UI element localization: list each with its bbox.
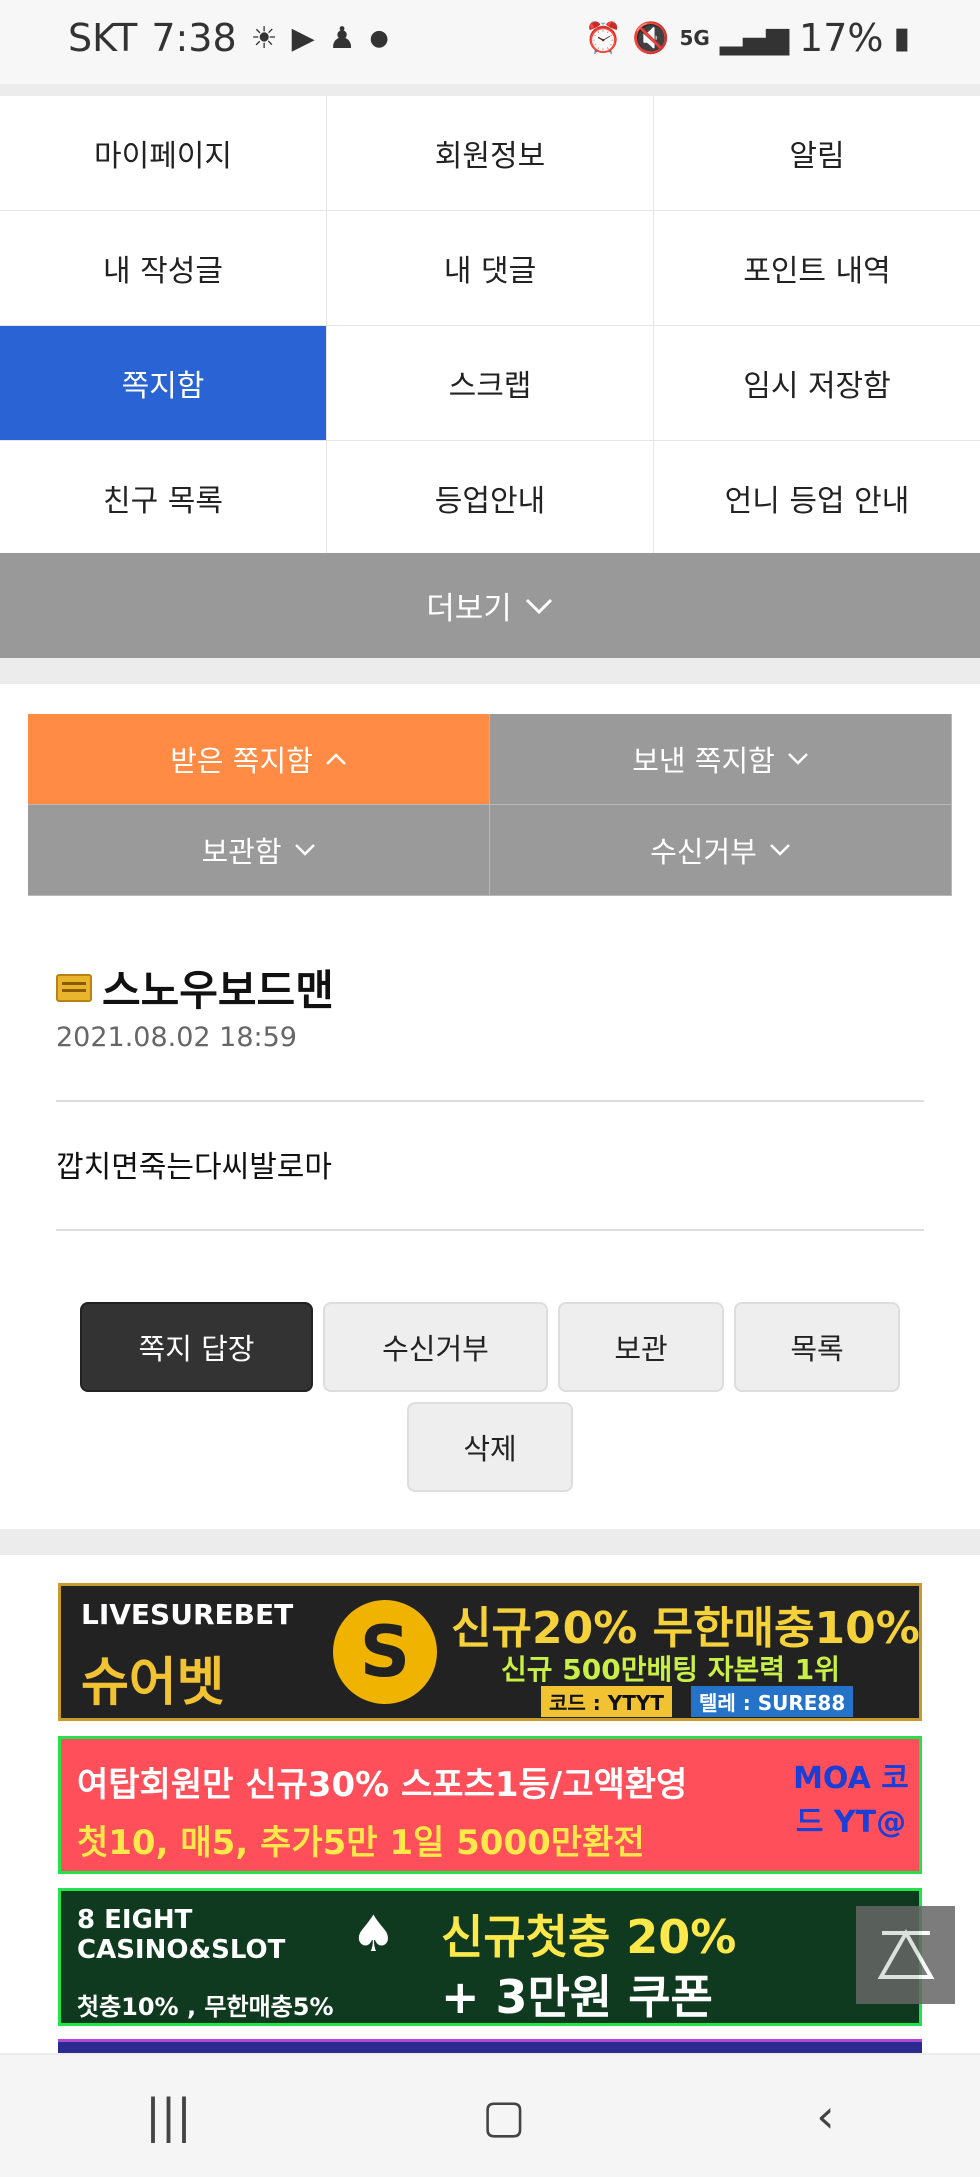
chevron-down-icon bbox=[525, 598, 552, 614]
sender-name: 스노우보드맨 bbox=[102, 966, 334, 1015]
tab-blocked[interactable]: 수신거부 bbox=[490, 805, 952, 896]
chevron-down-icon bbox=[294, 844, 315, 856]
more-notifications-icon: ● bbox=[369, 25, 389, 51]
status-bar: SKT 7:38 ☀ ▶ ♟ ● ⏰ 🔇 5G ▂▄▆ 17% ▮ bbox=[0, 0, 980, 84]
menu-row: 쪽지함 스크랩 임시 저장함 bbox=[0, 326, 980, 441]
ad-banner-moa[interactable]: 여탑회원만 신규30% 스포츠1등/고액환영 첫10, 매5, 추가5만 1일 … bbox=[58, 1736, 922, 1874]
battery-label: 17% bbox=[799, 16, 884, 60]
menu-row: 내 작성글 내 댓글 포인트 내역 bbox=[0, 211, 980, 326]
tab-archive[interactable]: 보관함 bbox=[28, 805, 490, 896]
carrier-label: SKT bbox=[68, 16, 138, 60]
chevron-up-icon bbox=[325, 753, 346, 765]
ad-banner-partial[interactable] bbox=[58, 2039, 922, 2053]
menu-row: 친구 목록 등업안내 언니 등업 안내 bbox=[0, 441, 980, 556]
divider bbox=[56, 1100, 924, 1102]
tab-sent[interactable]: 보낸 쪽지함 bbox=[490, 714, 952, 805]
message-sender[interactable]: 스노우보드맨 bbox=[56, 957, 334, 1018]
ad-banners: LIVESUREBET 슈어벳 S 신규20% 무한매충10% 신규 500만배… bbox=[0, 1555, 980, 2053]
reply-button[interactable]: 쪽지 답장 bbox=[80, 1302, 313, 1392]
banner-code: 코드 : YTYT bbox=[541, 1686, 672, 1717]
more-button[interactable]: 더보기 bbox=[0, 553, 980, 658]
battery-icon: ▮ bbox=[893, 20, 910, 56]
menu-level-guide[interactable]: 등업안내 bbox=[327, 441, 654, 555]
home-icon[interactable]: ▢ bbox=[482, 2089, 525, 2143]
banner-line2: + 3만원 쿠폰 bbox=[441, 1970, 713, 2024]
level-badge-icon bbox=[56, 973, 92, 1002]
block-sender-button[interactable]: 수신거부 bbox=[323, 1302, 548, 1392]
ad-banner-surebet[interactable]: LIVESUREBET 슈어벳 S 신규20% 무한매충10% 신규 500만배… bbox=[58, 1583, 922, 1721]
clock: 7:38 bbox=[151, 16, 237, 60]
banner-name: 슈어벳 bbox=[81, 1653, 225, 1713]
tab-label: 보낸 쪽지함 bbox=[632, 744, 775, 778]
card-icon: ♠ bbox=[351, 1905, 396, 1963]
mypage-menu-grid: 마이페이지 회원정보 알림 내 작성글 내 댓글 포인트 내역 쪽지함 스크랩 … bbox=[0, 96, 980, 556]
menu-notifications[interactable]: 알림 bbox=[654, 96, 980, 210]
weather-icon: ☀ bbox=[250, 20, 278, 56]
mute-icon: 🔇 bbox=[632, 20, 670, 56]
menu-scrap[interactable]: 스크랩 bbox=[327, 326, 654, 440]
recent-apps-icon[interactable]: ||| bbox=[145, 2089, 192, 2143]
banner-brand: 8 EIGHT CASINO&SLOT bbox=[77, 1905, 286, 1965]
scroll-to-top-button[interactable] bbox=[856, 1906, 955, 2004]
message-date: 2021.08.02 18:59 bbox=[56, 1022, 297, 1053]
banner-line2: 첫10, 매5, 추가5만 1일 5000만환전 bbox=[77, 1823, 645, 1863]
tab-label: 보관함 bbox=[201, 835, 282, 869]
divider bbox=[56, 1229, 924, 1231]
banner-side: MOA 코드 YT@ bbox=[793, 1761, 909, 1840]
keep-button[interactable]: 보관 bbox=[558, 1302, 724, 1392]
triangle-up-icon bbox=[877, 1928, 934, 1979]
menu-friends[interactable]: 친구 목록 bbox=[0, 441, 327, 555]
notification-icon: ♟ bbox=[328, 20, 356, 56]
back-icon[interactable]: ‹ bbox=[816, 2089, 834, 2143]
banner-brand: LIVESUREBET bbox=[81, 1598, 294, 1631]
banner-telegram: 텔레 : SURE88 bbox=[691, 1686, 854, 1717]
tab-inbox[interactable]: 받은 쪽지함 bbox=[28, 714, 490, 805]
menu-row: 마이페이지 회원정보 알림 bbox=[0, 96, 980, 211]
menu-unni-level-guide[interactable]: 언니 등업 안내 bbox=[654, 441, 980, 555]
menu-points[interactable]: 포인트 내역 bbox=[654, 211, 980, 325]
message-tabs: 받은 쪽지함 보낸 쪽지함 보관함 수신거부 bbox=[28, 714, 952, 896]
chevron-down-icon bbox=[769, 844, 790, 856]
chevron-down-icon bbox=[787, 753, 808, 765]
network-label: 5G bbox=[679, 26, 710, 50]
menu-messages[interactable]: 쪽지함 bbox=[0, 326, 327, 440]
menu-mypage[interactable]: 마이페이지 bbox=[0, 96, 327, 210]
banner-small: 첫충10% , 무한매충5% bbox=[77, 1993, 334, 2021]
tab-label: 수신거부 bbox=[650, 835, 757, 869]
banner-sub: 신규 500만배팅 자본력 1위 bbox=[501, 1653, 841, 1686]
signal-icon: ▂▄▆ bbox=[719, 20, 790, 56]
menu-drafts[interactable]: 임시 저장함 bbox=[654, 326, 980, 440]
menu-my-comments[interactable]: 내 댓글 bbox=[327, 211, 654, 325]
ad-banner-eight-casino[interactable]: 8 EIGHT CASINO&SLOT 첫충10% , 무한매충5% 신규첫충 … bbox=[58, 1888, 922, 2026]
system-nav-bar: ||| ▢ ‹ bbox=[0, 2055, 980, 2177]
list-button[interactable]: 목록 bbox=[734, 1302, 900, 1392]
alarm-icon: ⏰ bbox=[584, 20, 623, 56]
delete-button[interactable]: 삭제 bbox=[407, 1402, 573, 1492]
banner-line1: 신규첫충 20% bbox=[441, 1910, 737, 1964]
tab-label: 받은 쪽지함 bbox=[170, 744, 313, 778]
youtube-icon: ▶ bbox=[291, 20, 315, 56]
more-label: 더보기 bbox=[426, 591, 512, 627]
message-actions: 쪽지 답장 수신거부 보관 목록 삭제 bbox=[56, 1302, 924, 1492]
message-panel: 받은 쪽지함 보낸 쪽지함 보관함 수신거부 스노우보드맨 2021.08.02… bbox=[0, 684, 980, 1529]
banner-line1: 여탑회원만 신규30% 스포츠1등/고액환영 bbox=[77, 1765, 688, 1805]
surebet-logo-icon: S bbox=[333, 1600, 437, 1704]
menu-member-info[interactable]: 회원정보 bbox=[327, 96, 654, 210]
banner-headline: 신규20% 무한매충10% bbox=[451, 1603, 920, 1654]
menu-my-posts[interactable]: 내 작성글 bbox=[0, 211, 327, 325]
message-body: 깝치면죽는다씨발로마 bbox=[56, 1150, 332, 1185]
